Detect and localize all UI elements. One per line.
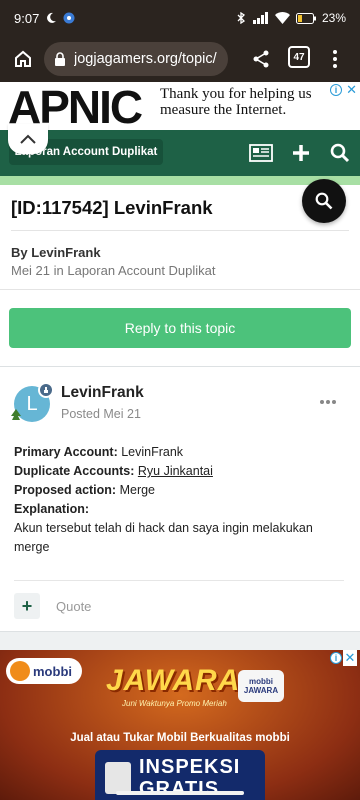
explanation-label: Explanation: [14, 502, 90, 516]
divider [0, 289, 360, 290]
reply-button[interactable]: Reply to this topic [9, 308, 351, 348]
bottom-ad-banner[interactable]: mobbi JAWARA Juni Waktunya Promo Meriah … [0, 650, 360, 800]
create-button[interactable] [288, 140, 314, 166]
post-date: Posted Mei 21 [61, 407, 141, 421]
topic-author[interactable]: By LevinFrank [11, 245, 101, 260]
status-bar: 9:07 23% [0, 0, 360, 36]
top-ad-banner[interactable]: APNIC Thank you for helping us measure t… [0, 82, 360, 130]
ad-subline: Jual atau Tukar Mobil Berkualitas mobbi [70, 732, 290, 744]
vpn-icon [63, 12, 75, 24]
battery-icon [295, 12, 316, 24]
moon-icon [47, 12, 57, 23]
clipboard-icon [105, 762, 131, 794]
post-options-button[interactable] [320, 400, 336, 404]
browser-toolbar: jogjagamers.org/topic/ 47 [0, 36, 360, 82]
quote-button[interactable]: Quote [56, 599, 91, 614]
divider [14, 580, 344, 581]
share-icon [253, 50, 269, 68]
header-search-button[interactable] [327, 140, 353, 166]
topic-meta: Mei 21 in Laporan Account Duplikat [11, 263, 216, 278]
duplicate-account-link[interactable]: Ryu Jinkantai [138, 464, 213, 478]
mobbi-brand-text: mobbi [33, 663, 72, 679]
header-strip [0, 176, 360, 185]
plus-icon [293, 145, 309, 161]
ad-close-button[interactable]: ✕ [346, 82, 357, 98]
home-button[interactable] [8, 44, 38, 74]
primary-account-value: LevinFrank [121, 445, 184, 459]
proposed-action-value: Merge [119, 483, 156, 497]
proposed-action-label: Proposed action: [14, 483, 117, 497]
ad-headline: JAWARA [106, 664, 241, 697]
promo-badge: mobbi JAWARA [238, 670, 284, 702]
wifi-icon [274, 12, 290, 24]
browser-menu-button[interactable] [325, 44, 345, 74]
collapse-ad-button[interactable] [8, 124, 48, 154]
share-button[interactable] [246, 44, 276, 74]
battery-level: 23% [321, 11, 346, 25]
home-icon [15, 50, 31, 67]
page-title: [ID:117542] LevinFrank [11, 197, 213, 218]
site-header: Laporan Account Duplikat [0, 130, 360, 176]
bluetooth-icon [237, 12, 245, 24]
search-icon [315, 192, 333, 210]
divider [11, 230, 349, 231]
inspeksi-text: INSPEKSI [139, 756, 241, 778]
adchoices-icon[interactable]: i [330, 652, 342, 664]
explanation-text: Akun tersebut telah di hack dan saya ing… [14, 521, 313, 554]
ad-close-button[interactable]: ✕ [343, 650, 357, 666]
plant-badge-icon [9, 407, 23, 421]
gratis-text: GRATIS [139, 778, 220, 800]
lock-icon [55, 52, 65, 66]
search-icon [330, 143, 350, 163]
url-text: jogjagamers.org/topic/ [74, 51, 217, 67]
post-card: L LevinFrank Posted Mei 21 Primary Accou… [0, 366, 360, 632]
floating-search-button[interactable] [302, 179, 346, 223]
ad-tagline: Juni Waktunya Promo Meriah [122, 699, 227, 708]
post-content: Primary Account: LevinFrank Duplicate Ac… [14, 443, 344, 557]
adchoices-icon[interactable]: i [330, 84, 342, 96]
rank-badge-icon [38, 382, 54, 398]
primary-account-label: Primary Account: [14, 445, 118, 459]
multiquote-button[interactable]: + [14, 593, 40, 619]
mobbi-logo: mobbi [6, 658, 82, 684]
address-bar[interactable]: jogjagamers.org/topic/ [44, 42, 228, 76]
ad-text-line1: Thank you for helping us [160, 86, 312, 102]
ad-text: Thank you for helping us measure the Int… [160, 86, 312, 118]
post-author[interactable]: LevinFrank [61, 384, 144, 402]
ad-text-line2: measure the Internet. [160, 102, 287, 118]
tab-switcher-button[interactable]: 47 [288, 46, 310, 68]
duplicate-accounts-label: Duplicate Accounts: [14, 464, 135, 478]
clock: 9:07 [14, 10, 40, 26]
newspaper-icon [249, 144, 273, 162]
activity-feed-button[interactable] [248, 140, 274, 166]
chevron-up-icon [20, 134, 36, 144]
gesture-bar[interactable] [116, 791, 244, 795]
signal-icon [252, 12, 268, 24]
